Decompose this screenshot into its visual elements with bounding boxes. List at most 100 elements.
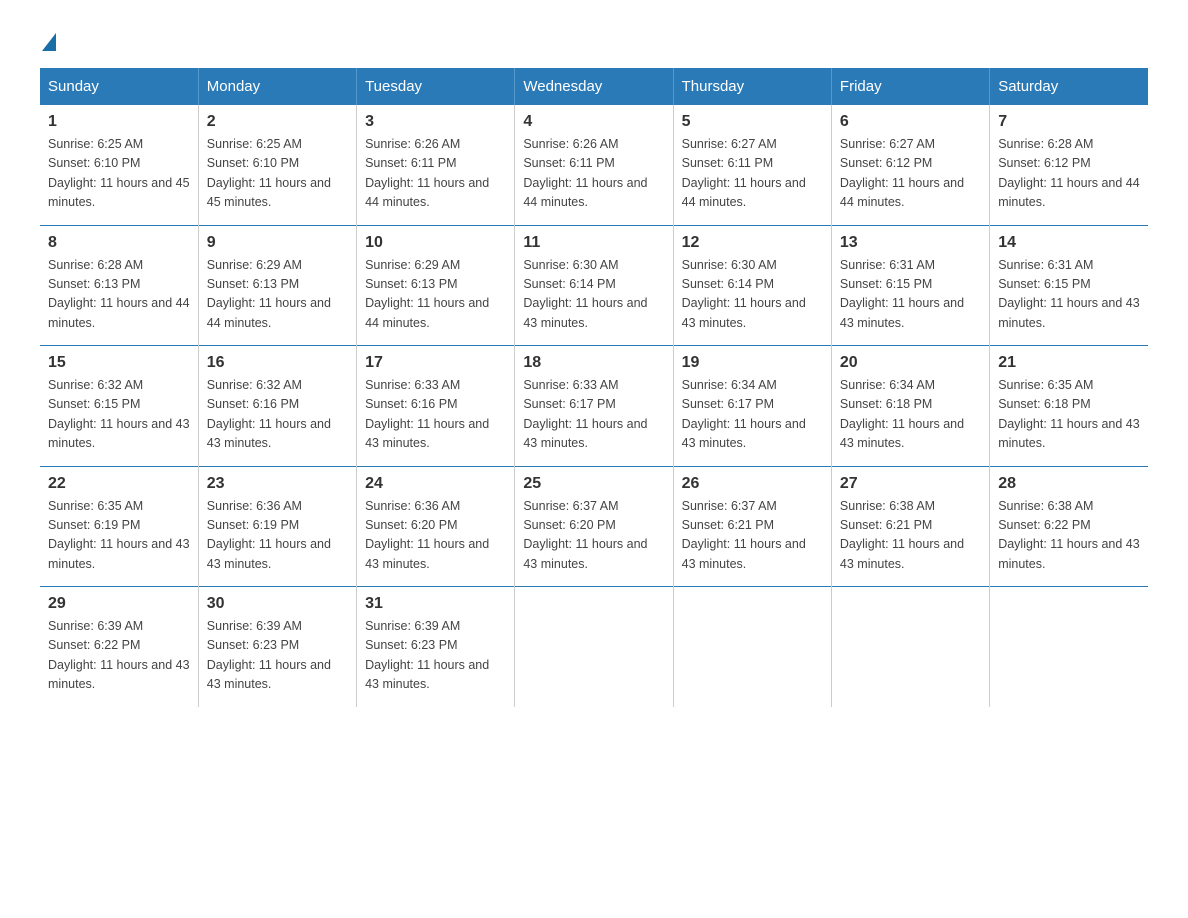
day-number: 1 <box>48 113 190 131</box>
calendar-week-row: 22 Sunrise: 6:35 AMSunset: 6:19 PMDaylig… <box>40 466 1148 587</box>
day-info: Sunrise: 6:30 AMSunset: 6:14 PMDaylight:… <box>523 258 647 330</box>
day-number: 26 <box>682 475 823 493</box>
calendar-cell: 4 Sunrise: 6:26 AMSunset: 6:11 PMDayligh… <box>515 105 673 225</box>
day-number: 6 <box>840 113 981 131</box>
day-info: Sunrise: 6:26 AMSunset: 6:11 PMDaylight:… <box>523 137 647 209</box>
day-number: 12 <box>682 234 823 252</box>
calendar-cell: 23 Sunrise: 6:36 AMSunset: 6:19 PMDaylig… <box>198 466 356 587</box>
day-number: 15 <box>48 354 190 372</box>
calendar-cell: 19 Sunrise: 6:34 AMSunset: 6:17 PMDaylig… <box>673 346 831 467</box>
calendar-week-row: 15 Sunrise: 6:32 AMSunset: 6:15 PMDaylig… <box>40 346 1148 467</box>
calendar-cell: 13 Sunrise: 6:31 AMSunset: 6:15 PMDaylig… <box>831 225 989 346</box>
calendar-cell: 17 Sunrise: 6:33 AMSunset: 6:16 PMDaylig… <box>357 346 515 467</box>
day-info: Sunrise: 6:27 AMSunset: 6:11 PMDaylight:… <box>682 137 806 209</box>
calendar-cell: 12 Sunrise: 6:30 AMSunset: 6:14 PMDaylig… <box>673 225 831 346</box>
day-number: 9 <box>207 234 348 252</box>
column-header-tuesday: Tuesday <box>357 68 515 105</box>
column-header-friday: Friday <box>831 68 989 105</box>
day-number: 2 <box>207 113 348 131</box>
calendar-cell: 3 Sunrise: 6:26 AMSunset: 6:11 PMDayligh… <box>357 105 515 225</box>
day-info: Sunrise: 6:35 AMSunset: 6:18 PMDaylight:… <box>998 378 1140 450</box>
day-number: 13 <box>840 234 981 252</box>
calendar-cell: 7 Sunrise: 6:28 AMSunset: 6:12 PMDayligh… <box>990 105 1148 225</box>
calendar-cell: 18 Sunrise: 6:33 AMSunset: 6:17 PMDaylig… <box>515 346 673 467</box>
day-number: 3 <box>365 113 506 131</box>
calendar-cell <box>831 587 989 707</box>
calendar-header-row: SundayMondayTuesdayWednesdayThursdayFrid… <box>40 68 1148 105</box>
day-info: Sunrise: 6:39 AMSunset: 6:23 PMDaylight:… <box>207 619 331 691</box>
day-info: Sunrise: 6:37 AMSunset: 6:20 PMDaylight:… <box>523 499 647 571</box>
calendar-cell: 8 Sunrise: 6:28 AMSunset: 6:13 PMDayligh… <box>40 225 198 346</box>
day-number: 22 <box>48 475 190 493</box>
calendar-cell: 25 Sunrise: 6:37 AMSunset: 6:20 PMDaylig… <box>515 466 673 587</box>
calendar-cell: 16 Sunrise: 6:32 AMSunset: 6:16 PMDaylig… <box>198 346 356 467</box>
day-info: Sunrise: 6:29 AMSunset: 6:13 PMDaylight:… <box>365 258 489 330</box>
calendar-cell: 24 Sunrise: 6:36 AMSunset: 6:20 PMDaylig… <box>357 466 515 587</box>
day-number: 16 <box>207 354 348 372</box>
calendar-cell: 11 Sunrise: 6:30 AMSunset: 6:14 PMDaylig… <box>515 225 673 346</box>
calendar-cell: 27 Sunrise: 6:38 AMSunset: 6:21 PMDaylig… <box>831 466 989 587</box>
day-info: Sunrise: 6:31 AMSunset: 6:15 PMDaylight:… <box>840 258 964 330</box>
day-number: 11 <box>523 234 664 252</box>
logo-arrow-icon <box>42 33 56 51</box>
column-header-sunday: Sunday <box>40 68 198 105</box>
day-info: Sunrise: 6:29 AMSunset: 6:13 PMDaylight:… <box>207 258 331 330</box>
day-info: Sunrise: 6:25 AMSunset: 6:10 PMDaylight:… <box>207 137 331 209</box>
day-info: Sunrise: 6:38 AMSunset: 6:22 PMDaylight:… <box>998 499 1140 571</box>
calendar-cell <box>515 587 673 707</box>
calendar-cell: 2 Sunrise: 6:25 AMSunset: 6:10 PMDayligh… <box>198 105 356 225</box>
day-number: 20 <box>840 354 981 372</box>
day-info: Sunrise: 6:36 AMSunset: 6:19 PMDaylight:… <box>207 499 331 571</box>
calendar-week-row: 1 Sunrise: 6:25 AMSunset: 6:10 PMDayligh… <box>40 105 1148 225</box>
day-info: Sunrise: 6:28 AMSunset: 6:12 PMDaylight:… <box>998 137 1140 209</box>
calendar-cell: 1 Sunrise: 6:25 AMSunset: 6:10 PMDayligh… <box>40 105 198 225</box>
day-number: 28 <box>998 475 1140 493</box>
day-info: Sunrise: 6:34 AMSunset: 6:18 PMDaylight:… <box>840 378 964 450</box>
calendar-cell: 28 Sunrise: 6:38 AMSunset: 6:22 PMDaylig… <box>990 466 1148 587</box>
day-number: 21 <box>998 354 1140 372</box>
day-info: Sunrise: 6:31 AMSunset: 6:15 PMDaylight:… <box>998 258 1140 330</box>
calendar-cell: 31 Sunrise: 6:39 AMSunset: 6:23 PMDaylig… <box>357 587 515 707</box>
calendar-cell: 22 Sunrise: 6:35 AMSunset: 6:19 PMDaylig… <box>40 466 198 587</box>
page-header <box>40 30 1148 48</box>
calendar-cell: 21 Sunrise: 6:35 AMSunset: 6:18 PMDaylig… <box>990 346 1148 467</box>
day-number: 7 <box>998 113 1140 131</box>
day-number: 25 <box>523 475 664 493</box>
logo <box>40 30 58 48</box>
calendar-cell <box>990 587 1148 707</box>
day-info: Sunrise: 6:27 AMSunset: 6:12 PMDaylight:… <box>840 137 964 209</box>
day-number: 18 <box>523 354 664 372</box>
calendar-cell: 26 Sunrise: 6:37 AMSunset: 6:21 PMDaylig… <box>673 466 831 587</box>
calendar-cell <box>673 587 831 707</box>
calendar-cell: 5 Sunrise: 6:27 AMSunset: 6:11 PMDayligh… <box>673 105 831 225</box>
day-number: 4 <box>523 113 664 131</box>
day-info: Sunrise: 6:35 AMSunset: 6:19 PMDaylight:… <box>48 499 190 571</box>
day-number: 30 <box>207 595 348 613</box>
column-header-thursday: Thursday <box>673 68 831 105</box>
day-info: Sunrise: 6:28 AMSunset: 6:13 PMDaylight:… <box>48 258 190 330</box>
day-number: 31 <box>365 595 506 613</box>
day-info: Sunrise: 6:38 AMSunset: 6:21 PMDaylight:… <box>840 499 964 571</box>
calendar-cell: 14 Sunrise: 6:31 AMSunset: 6:15 PMDaylig… <box>990 225 1148 346</box>
day-number: 23 <box>207 475 348 493</box>
calendar-week-row: 8 Sunrise: 6:28 AMSunset: 6:13 PMDayligh… <box>40 225 1148 346</box>
day-info: Sunrise: 6:32 AMSunset: 6:15 PMDaylight:… <box>48 378 190 450</box>
day-number: 5 <box>682 113 823 131</box>
day-number: 29 <box>48 595 190 613</box>
calendar-cell: 10 Sunrise: 6:29 AMSunset: 6:13 PMDaylig… <box>357 225 515 346</box>
column-header-wednesday: Wednesday <box>515 68 673 105</box>
day-info: Sunrise: 6:25 AMSunset: 6:10 PMDaylight:… <box>48 137 190 209</box>
day-number: 10 <box>365 234 506 252</box>
day-number: 8 <box>48 234 190 252</box>
day-info: Sunrise: 6:37 AMSunset: 6:21 PMDaylight:… <box>682 499 806 571</box>
calendar-cell: 20 Sunrise: 6:34 AMSunset: 6:18 PMDaylig… <box>831 346 989 467</box>
calendar-table: SundayMondayTuesdayWednesdayThursdayFrid… <box>40 68 1148 707</box>
day-number: 17 <box>365 354 506 372</box>
calendar-cell: 29 Sunrise: 6:39 AMSunset: 6:22 PMDaylig… <box>40 587 198 707</box>
column-header-monday: Monday <box>198 68 356 105</box>
day-number: 19 <box>682 354 823 372</box>
day-info: Sunrise: 6:33 AMSunset: 6:17 PMDaylight:… <box>523 378 647 450</box>
day-number: 14 <box>998 234 1140 252</box>
calendar-cell: 6 Sunrise: 6:27 AMSunset: 6:12 PMDayligh… <box>831 105 989 225</box>
day-number: 24 <box>365 475 506 493</box>
